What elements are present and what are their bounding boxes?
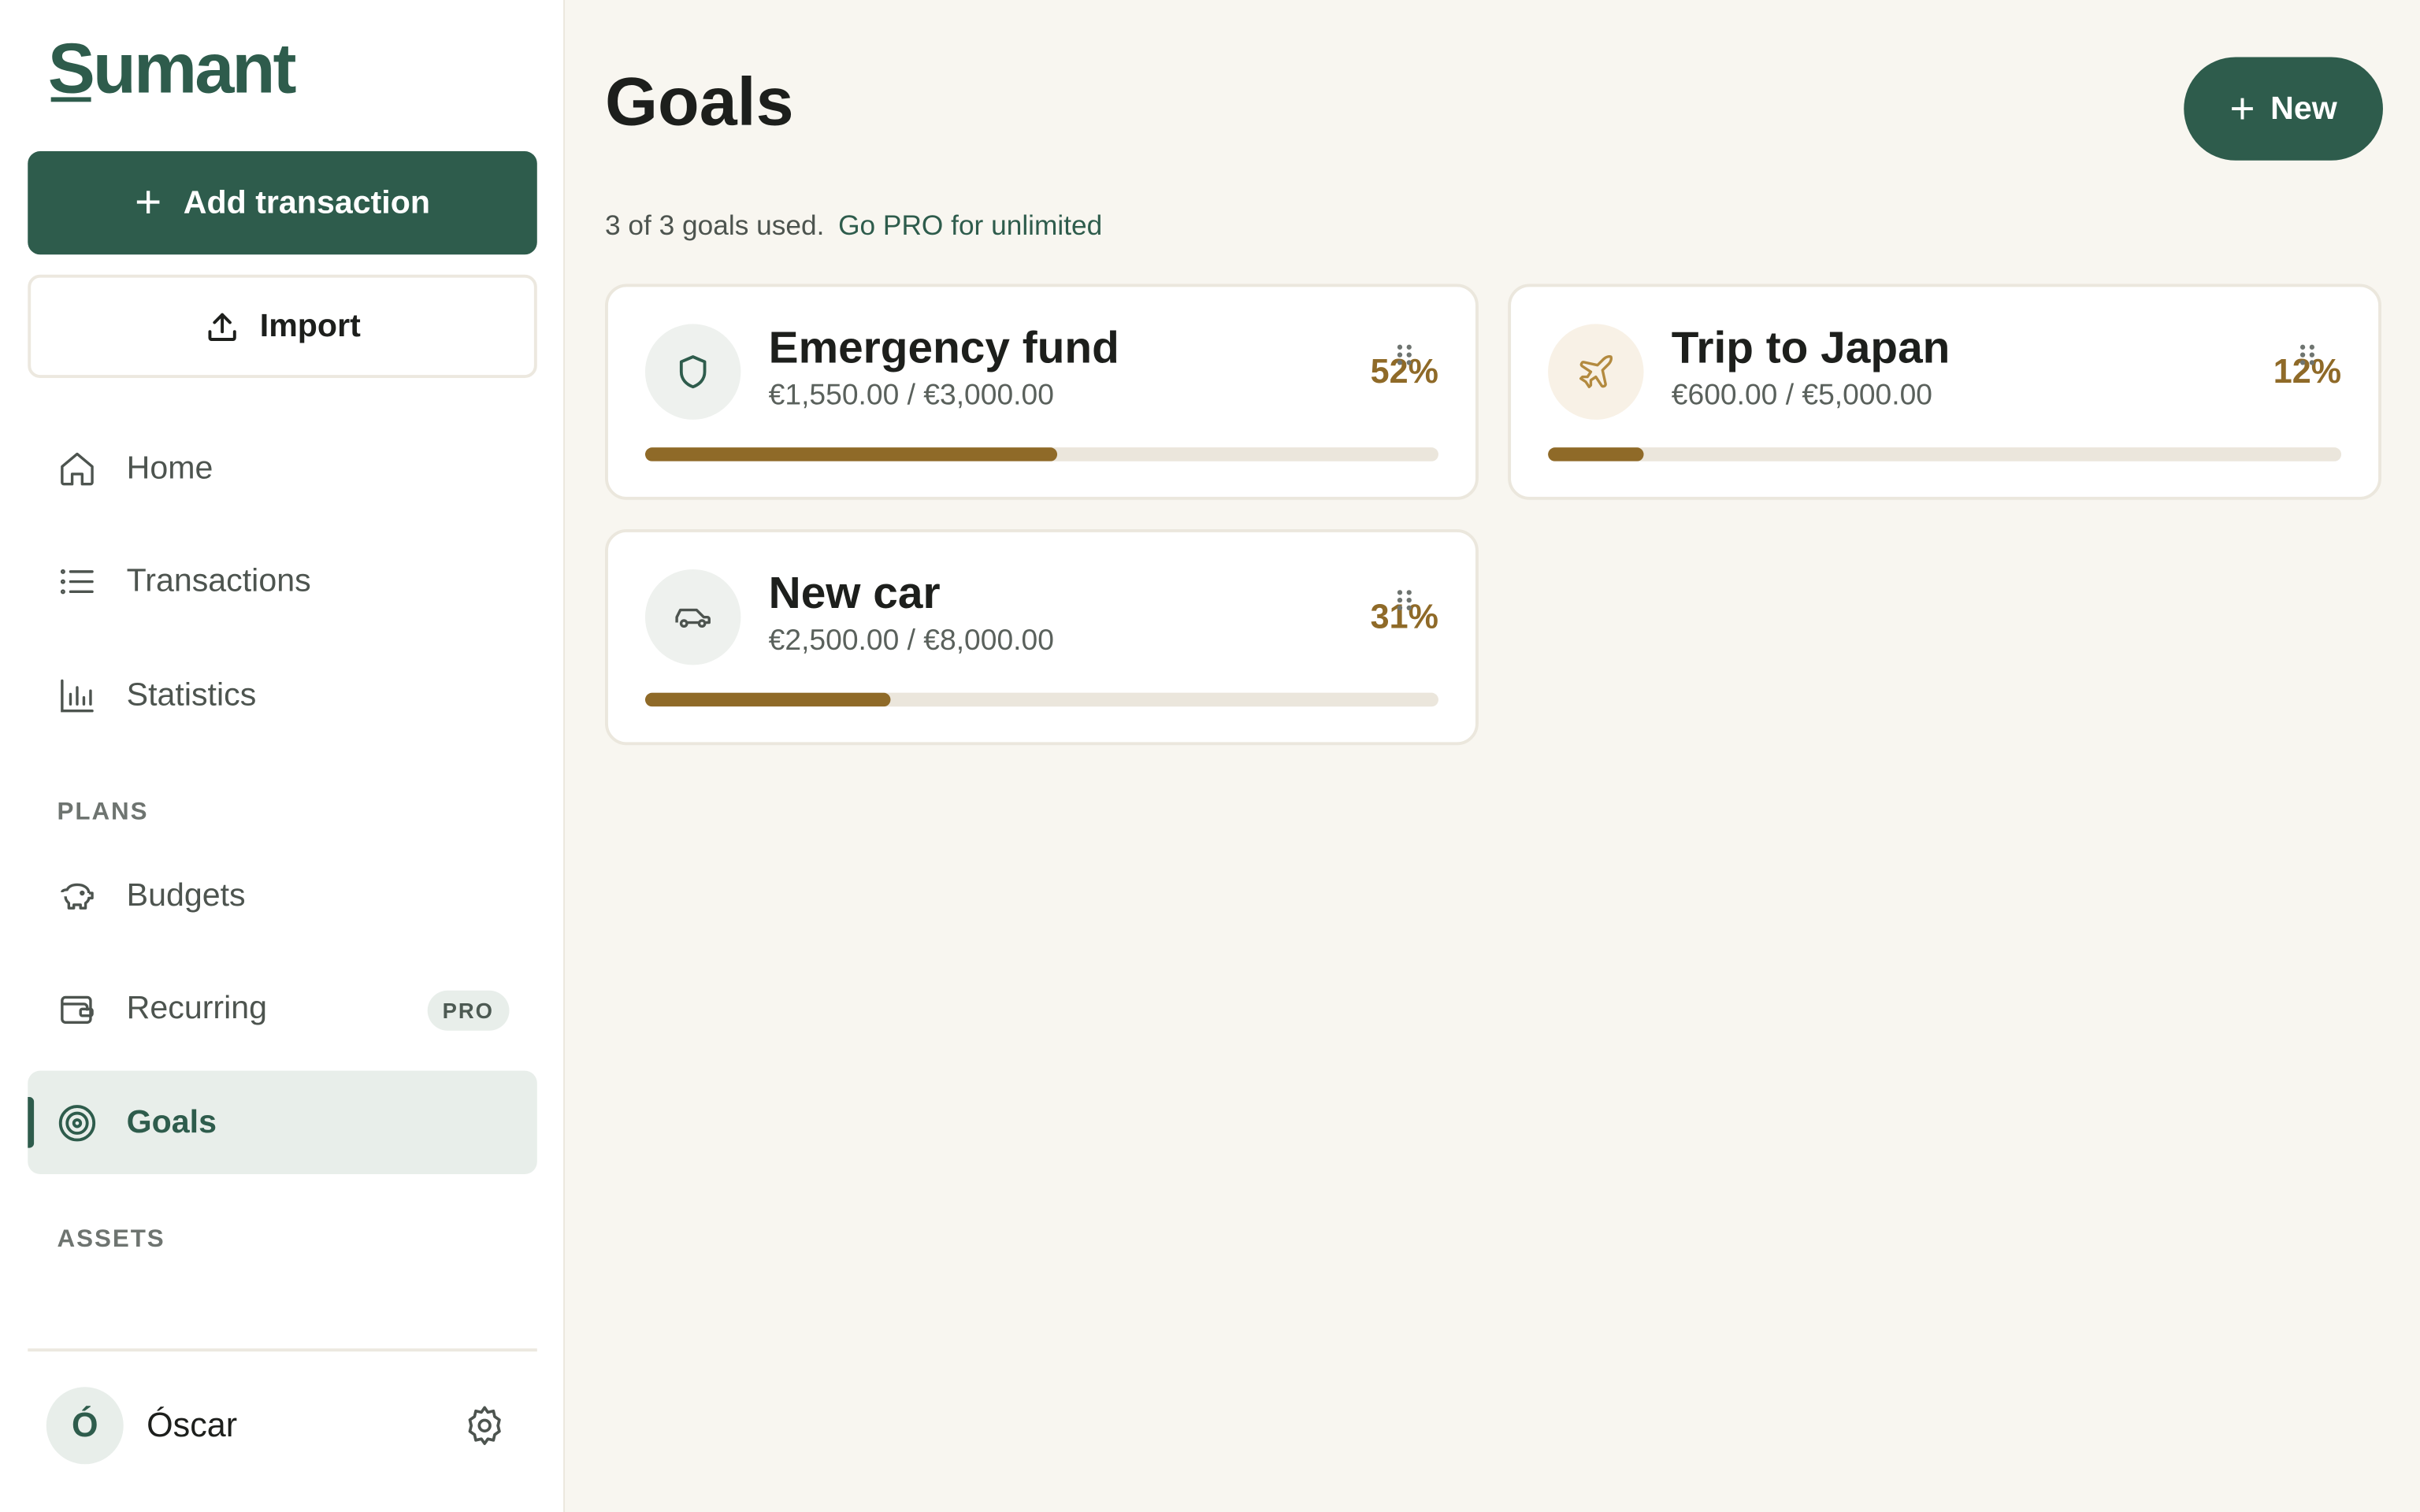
add-transaction-label: Add transaction (183, 184, 431, 220)
app-logo[interactable]: Sumant (47, 28, 297, 109)
drag-handle-icon[interactable] (1395, 343, 1414, 367)
car-icon (644, 569, 741, 665)
import-label: Import (259, 307, 361, 343)
pro-badge: PRO (427, 990, 510, 1031)
goal-card-trip-to-japan[interactable]: Trip to Japan €600.00 / €5,000.00 12% (1508, 284, 2382, 500)
upload-icon (209, 312, 237, 341)
sidebar-divider (28, 1348, 537, 1352)
shield-icon (644, 324, 741, 420)
plus-icon: + (2229, 83, 2255, 132)
goal-card-new-car[interactable]: New car €2,500.00 / €8,000.00 31% (605, 529, 1479, 746)
logo-underline (50, 97, 91, 102)
drag-handle-icon[interactable] (2298, 343, 2317, 367)
wallet-icon (56, 987, 99, 1030)
gear-icon[interactable] (463, 1404, 507, 1447)
goal-amount: €2,500.00 / €8,000.00 (768, 624, 1054, 658)
goal-title: Trip to Japan (1671, 324, 1950, 374)
goal-progress-fill (644, 447, 1058, 461)
sidebar-item-label: Statistics (126, 676, 257, 713)
new-goal-button[interactable]: + New (2184, 57, 2383, 161)
page-title: Goals (605, 65, 794, 141)
usage-text: 3 of 3 goals used. (605, 209, 825, 241)
goal-title: Emergency fund (768, 324, 1119, 374)
bar-chart-icon (56, 673, 99, 717)
sidebar-item-statistics[interactable]: Statistics (28, 643, 537, 747)
avatar[interactable]: Ó (46, 1387, 124, 1465)
sidebar-item-label: Budgets (126, 876, 246, 913)
sidebar-item-transactions[interactable]: Transactions (28, 529, 537, 632)
import-button[interactable]: Import (28, 274, 537, 379)
app-logo-text: Sumant (47, 28, 297, 109)
goal-progress-track (644, 447, 1438, 461)
goal-card-emergency-fund[interactable]: Emergency fund €1,550.00 / €3,000.00 52% (605, 284, 1479, 500)
goal-progress-fill (644, 692, 892, 707)
plans-section-label: PLANS (57, 799, 149, 826)
sidebar: Sumant + Add transaction Import Home Tra… (0, 0, 566, 1512)
target-icon (56, 1101, 99, 1144)
sidebar-item-label: Home (126, 450, 213, 486)
add-transaction-button[interactable]: + Add transaction (28, 151, 537, 255)
home-icon (56, 447, 99, 490)
sidebar-item-home[interactable]: Home (28, 417, 537, 520)
goal-title: New car (768, 569, 941, 619)
assets-section-label: ASSETS (57, 1226, 165, 1253)
user-name[interactable]: Óscar (147, 1406, 237, 1446)
go-pro-link[interactable]: Go PRO for unlimited (838, 209, 1102, 240)
goal-amount: €1,550.00 / €3,000.00 (768, 379, 1054, 413)
sidebar-item-budgets[interactable]: Budgets (28, 844, 537, 947)
plus-icon: + (135, 176, 162, 228)
avatar-initial: Ó (71, 1405, 98, 1444)
new-button-label: New (2270, 90, 2337, 126)
goal-progress-track (644, 692, 1438, 707)
goal-progress-fill (1548, 447, 1643, 461)
goal-amount: €600.00 / €5,000.00 (1671, 379, 1932, 413)
goal-progress-track (1548, 447, 2342, 461)
drag-handle-icon[interactable] (1395, 587, 1414, 612)
sidebar-item-goals[interactable]: Goals (28, 1070, 537, 1174)
sidebar-item-recurring[interactable]: Recurring PRO (28, 957, 537, 1060)
sidebar-item-label: Recurring (126, 989, 268, 1025)
piggy-bank-icon (56, 874, 99, 917)
usage-info: 3 of 3 goals used. Go PRO for unlimited (605, 209, 1102, 242)
airplane-icon (1548, 324, 1644, 420)
sidebar-item-label: Transactions (126, 562, 311, 598)
list-icon (56, 559, 99, 602)
sidebar-item-label: Goals (126, 1103, 217, 1140)
